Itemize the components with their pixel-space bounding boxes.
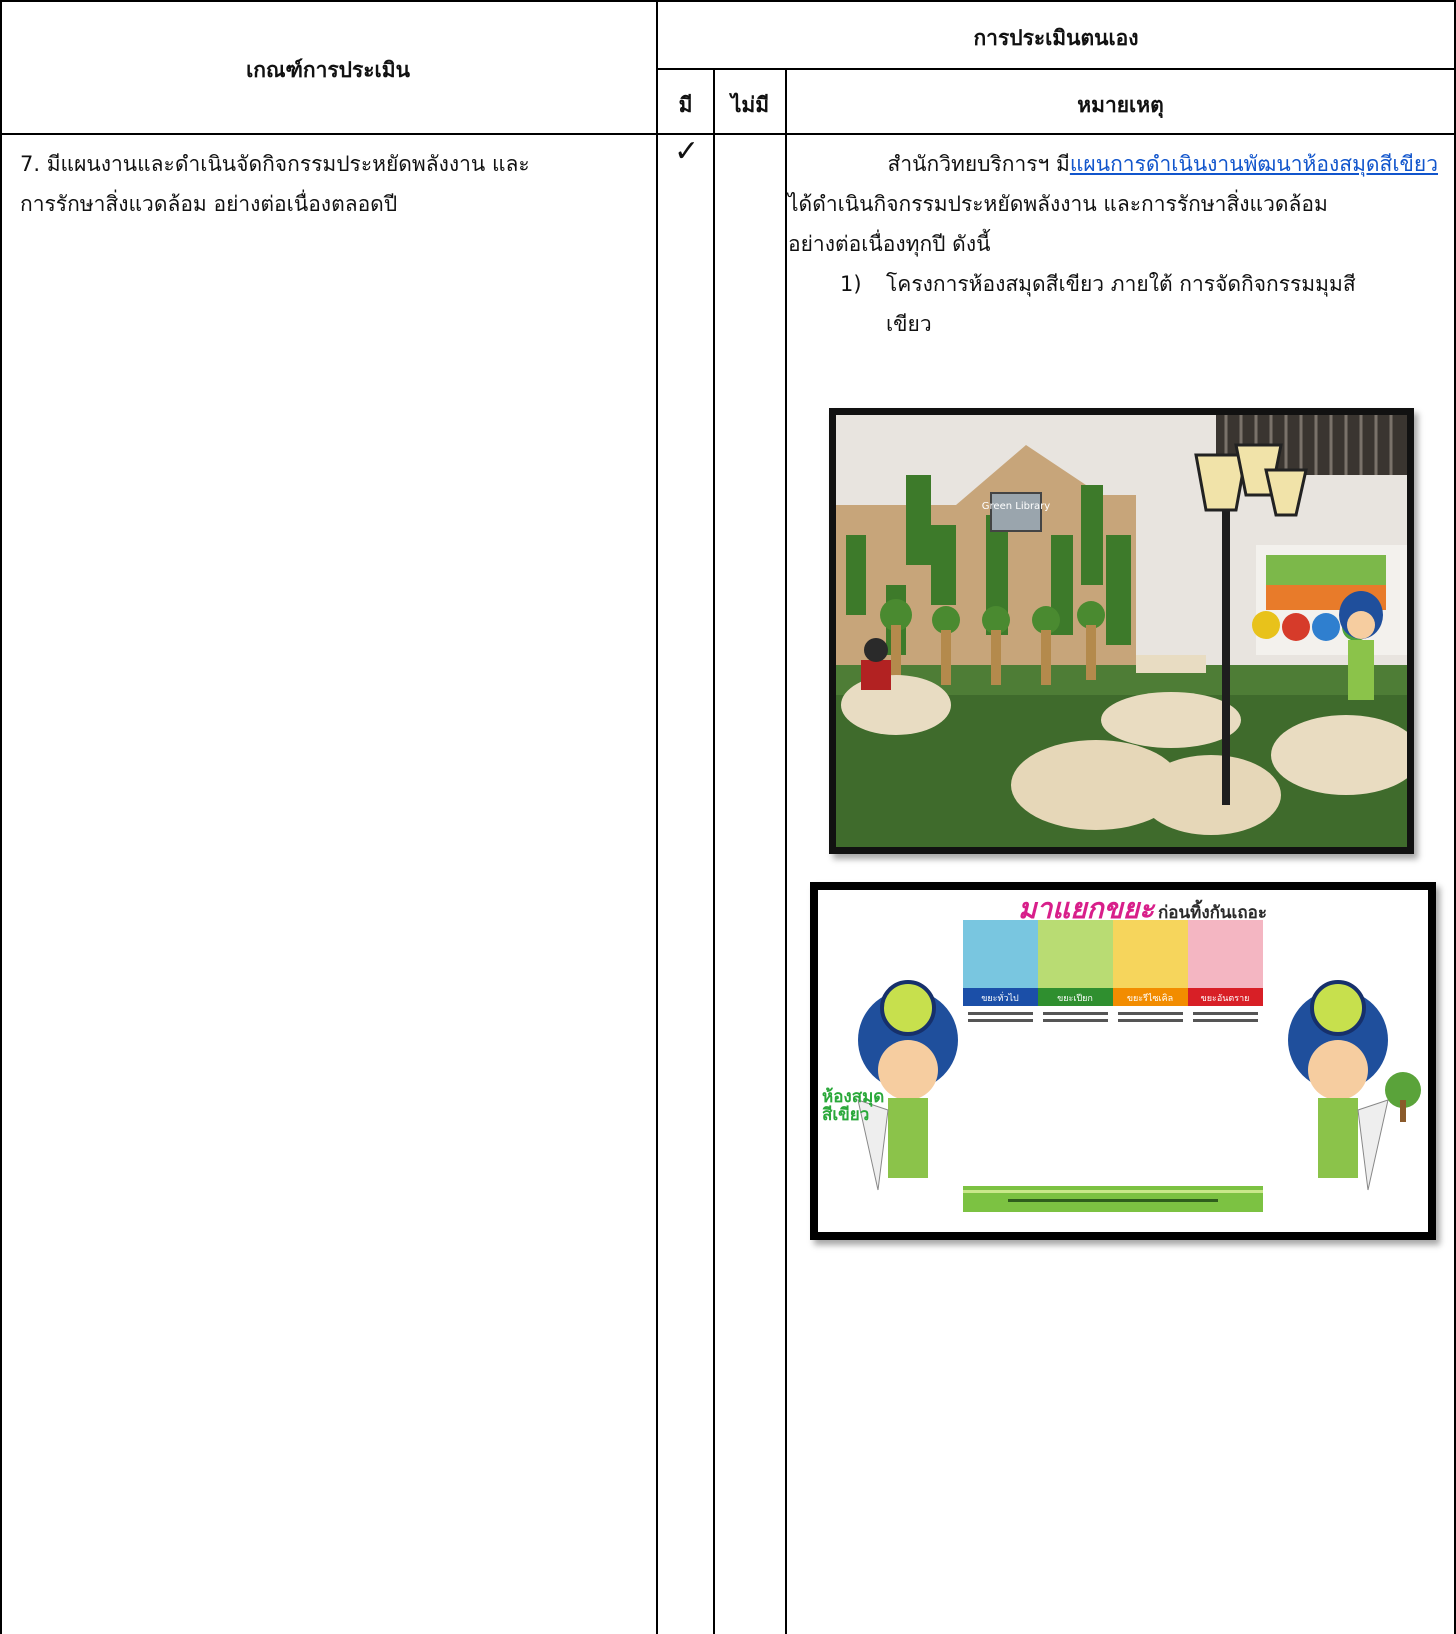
remark-line-2: ได้ดำเนินกิจกรรมประหยัดพลังงาน และการรัก… bbox=[788, 192, 1328, 216]
green-library-sign-text: Green Library bbox=[982, 501, 1051, 512]
green-library-logo-line-1: ห้องสมุด bbox=[822, 1087, 884, 1107]
have-column-header: มี bbox=[678, 93, 693, 117]
bin-label-recycle: ขยะรีไซเคิล bbox=[1127, 993, 1173, 1004]
green-library-logo-line-2: สีเขียว bbox=[822, 1104, 869, 1125]
green-library-scene: Green Library bbox=[836, 415, 1407, 847]
remark-prefix: สำนักวิทยบริการฯ มี bbox=[887, 152, 1070, 176]
green-library-photo: Green Library bbox=[829, 408, 1414, 854]
remark-line-3: อย่างต่อเนื่องทุกปี ดังนี้ bbox=[788, 232, 991, 256]
remark-column-header: หมายเหตุ bbox=[1077, 93, 1164, 117]
list-item: 1) โครงการห้องสมุดสีเขียว ภายใต้ การจัดก… bbox=[788, 264, 1438, 344]
have-column-divider bbox=[713, 68, 715, 1634]
header-bottom-border bbox=[0, 133, 1456, 135]
subheader-divider bbox=[656, 68, 1456, 70]
table-left-border bbox=[0, 0, 2, 1634]
table-top-border bbox=[0, 0, 1456, 2]
bin-label-wet: ขยะเปียก bbox=[1057, 993, 1093, 1004]
criteria-column-divider bbox=[656, 0, 658, 1634]
list-item-number: 1) bbox=[840, 272, 862, 296]
poster-artwork: มาแยกขยะ ก่อนทิ้งกันเถอะ ขยะทั่วไป ขยะเป… bbox=[818, 890, 1428, 1232]
criteria-line-1: 7. มีแผนงานและดำเนินจัดกิจกรรมประหยัดพลั… bbox=[20, 152, 530, 176]
criteria-text: 7. มีแผนงานและดำเนินจัดกิจกรรมประหยัดพลั… bbox=[20, 144, 650, 224]
criteria-line-2: การรักษาสิ่งแวดล้อม อย่างต่อเนื่องตลอดปี bbox=[20, 192, 398, 216]
criteria-header: เกณฑ์การประเมิน bbox=[246, 58, 410, 82]
green-library-plan-link[interactable]: แผนการดำเนินงานพัฒนาห้องสมุดสีเขียว bbox=[1070, 152, 1438, 176]
list-item-line-2: เขียว bbox=[886, 312, 932, 336]
not-have-column-divider bbox=[785, 68, 787, 1634]
poster-headline-small: ก่อนทิ้งกันเถอะ bbox=[1158, 899, 1267, 923]
self-assessment-header: การประเมินตนเอง bbox=[973, 26, 1139, 50]
not-have-column-header: ไม่มี bbox=[730, 93, 770, 117]
have-check-mark: ✓ bbox=[674, 134, 700, 169]
remark-line-1: สำนักวิทยบริการฯ มีแผนการดำเนินงานพัฒนาห… bbox=[788, 144, 1438, 184]
waste-sorting-poster: มาแยกขยะ ก่อนทิ้งกันเถอะ ขยะทั่วไป ขยะเป… bbox=[810, 882, 1436, 1240]
bin-label-hazardous: ขยะอันตราย bbox=[1201, 994, 1250, 1004]
list-item-line-1: โครงการห้องสมุดสีเขียว ภายใต้ การจัดกิจก… bbox=[886, 272, 1356, 296]
remark-text: สำนักวิทยบริการฯ มีแผนการดำเนินงานพัฒนาห… bbox=[788, 144, 1438, 344]
